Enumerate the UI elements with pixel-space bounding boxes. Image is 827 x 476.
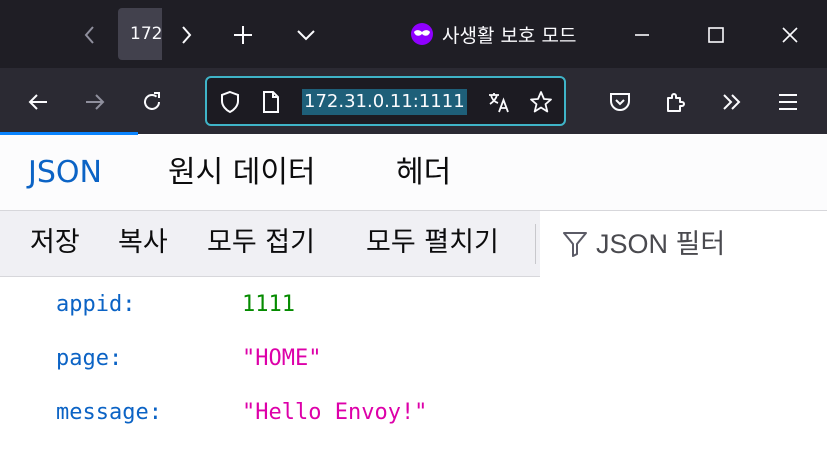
arrow-left-icon: [28, 94, 47, 110]
minimize-button[interactable]: [622, 10, 662, 60]
browser-titlebar: 172.31.0.11:1111 사생활 보호 모드: [0, 0, 827, 68]
tab-scroll-right-button[interactable]: [170, 10, 202, 60]
pocket-button[interactable]: [600, 82, 640, 122]
save-button[interactable]: 저장: [30, 211, 80, 277]
list-all-tabs-button[interactable]: [286, 10, 326, 60]
star-icon: [530, 91, 552, 113]
json-key: appid:: [56, 292, 136, 317]
hamburger-icon: [779, 94, 797, 110]
mask-icon: [411, 23, 433, 45]
json-row-appid[interactable]: appid: 1111: [0, 278, 827, 332]
translate-button[interactable]: [487, 90, 511, 114]
browser-tab[interactable]: 172.31.0.11:1111: [118, 8, 162, 60]
pocket-icon: [610, 93, 630, 111]
tab-scroll-left-button[interactable]: [72, 10, 108, 60]
json-value: "HOME": [242, 346, 322, 371]
tab-title: 172.31.0.11:1111: [130, 24, 162, 44]
expand-all-button[interactable]: 모두 펼치기: [366, 211, 499, 277]
reload-icon: [144, 92, 160, 110]
tracking-protection-button[interactable]: [218, 90, 242, 114]
json-toolbar: 저장 복사 모두 접기 모두 펼치기: [0, 211, 827, 277]
chevron-down-icon: [297, 30, 315, 41]
json-filter[interactable]: [540, 211, 827, 277]
close-icon: [782, 27, 798, 43]
json-filter-input[interactable]: [596, 211, 816, 277]
puzzle-icon: [667, 93, 685, 112]
bookmark-button[interactable]: [529, 90, 553, 114]
reload-button[interactable]: [132, 82, 172, 122]
private-browsing-indicator: 사생활 보호 모드: [410, 18, 576, 50]
tab-headers[interactable]: 헤더: [396, 135, 451, 211]
maximize-icon: [708, 27, 724, 43]
app-menu-button[interactable]: [768, 82, 808, 122]
double-chevron-icon: [723, 94, 741, 110]
chevron-right-icon: [182, 26, 192, 44]
url-text[interactable]: 172.31.0.11:1111: [302, 89, 467, 115]
minimize-icon: [635, 34, 649, 36]
json-row-message[interactable]: message: "Hello Envoy!": [0, 386, 827, 440]
private-mode-label: 사생활 보호 모드: [442, 24, 577, 47]
collapse-all-button[interactable]: 모두 접기: [207, 211, 315, 277]
new-tab-button[interactable]: [224, 10, 262, 60]
overflow-menu-button[interactable]: [712, 82, 752, 122]
json-row-page[interactable]: page: "HOME": [0, 332, 827, 386]
page-icon: [263, 91, 279, 113]
maximize-button[interactable]: [696, 10, 736, 60]
json-key: page:: [56, 346, 123, 371]
tab-json[interactable]: JSON: [28, 135, 102, 211]
plus-icon: [234, 26, 252, 44]
copy-button[interactable]: 복사: [118, 211, 168, 277]
json-value: "Hello Envoy!": [242, 400, 428, 425]
shield-icon: [221, 90, 239, 114]
filter-icon: [563, 232, 587, 257]
back-button[interactable]: [18, 82, 58, 122]
forward-button[interactable]: [75, 82, 115, 122]
arrow-right-icon: [86, 94, 105, 110]
json-value: 1111: [242, 292, 295, 317]
extensions-button[interactable]: [655, 82, 695, 122]
close-window-button[interactable]: [770, 10, 810, 60]
json-tree: appid: 1111 page: "HOME" message: "Hello…: [0, 277, 827, 476]
json-viewer-tabs: JSON 원시 데이터 헤더: [0, 135, 827, 211]
chevron-left-icon: [84, 26, 94, 44]
toolbar-divider: [535, 224, 536, 264]
page-info-button[interactable]: [259, 90, 283, 114]
translate-icon: [489, 93, 509, 113]
json-key: message:: [56, 400, 162, 425]
browser-navbar: 172.31.0.11:1111: [0, 68, 827, 134]
tab-raw-data[interactable]: 원시 데이터: [168, 135, 316, 211]
address-bar[interactable]: 172.31.0.11:1111: [205, 76, 566, 126]
